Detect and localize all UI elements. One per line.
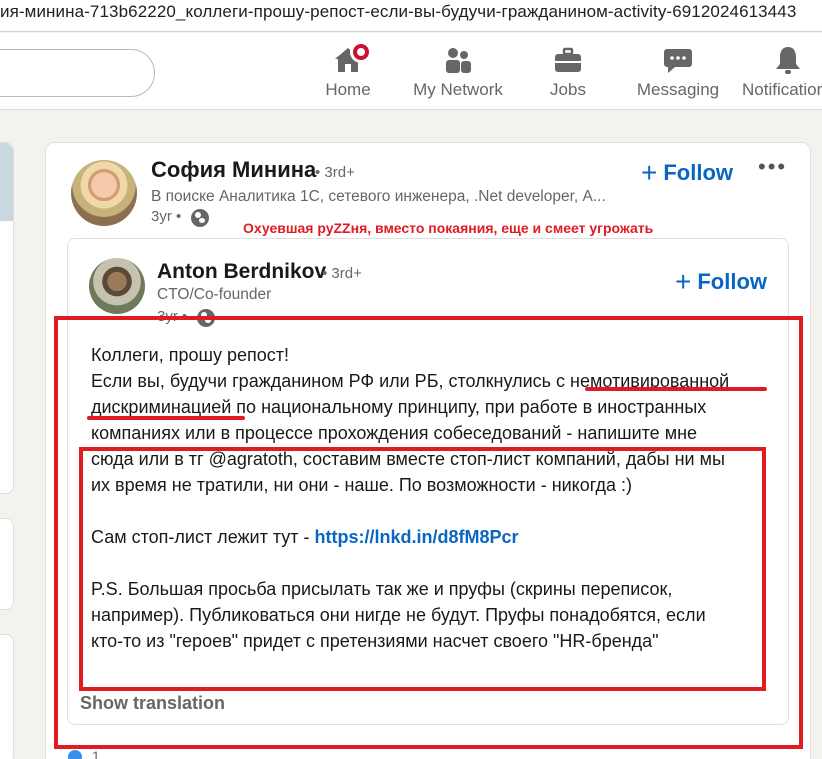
notification-dot bbox=[350, 41, 372, 63]
nav-notifications[interactable]: Notifications bbox=[738, 33, 822, 110]
post-text-line: Если вы, будучи гражданином РФ или РБ, с… bbox=[91, 371, 730, 391]
post-text-line: P.S. Большая просьба присылать так же и … bbox=[91, 579, 673, 599]
nav-notifications-label: Notifications bbox=[742, 80, 822, 99]
search-input[interactable] bbox=[0, 49, 155, 97]
reaction-count[interactable]: 1 bbox=[92, 748, 100, 759]
author-headline: В поиске Аналитика 1С, сетевого инженера… bbox=[151, 188, 606, 205]
nav-jobs[interactable]: Jobs bbox=[538, 33, 598, 110]
network-icon bbox=[446, 48, 471, 73]
plus-icon: + bbox=[675, 266, 692, 297]
left-sidebar-card bbox=[0, 518, 14, 610]
nav-my-network-label: My Network bbox=[413, 80, 503, 99]
left-sidebar-card bbox=[0, 634, 14, 759]
stop-list-link[interactable]: https://lnkd.in/d8fM8Pcr bbox=[315, 527, 519, 547]
globe-icon bbox=[197, 309, 215, 327]
author-headline: CTO/Co-founder bbox=[157, 286, 272, 303]
post-text-line: сюда или в тг @agratoth, составим вместе… bbox=[91, 449, 725, 469]
post-time: 3yr • bbox=[157, 308, 188, 325]
avatar[interactable] bbox=[89, 258, 145, 314]
post-time: 3yr • bbox=[151, 208, 182, 225]
briefcase-icon bbox=[555, 47, 581, 72]
nav-home-label: Home bbox=[325, 80, 371, 99]
post-text-line: их время не тратили, ни они - наше. По в… bbox=[91, 475, 633, 495]
bell-icon bbox=[776, 47, 800, 74]
reshared-author-name[interactable]: Anton Berdnikov bbox=[157, 260, 326, 284]
url-text: ия-минина-713b62220_коллеги-прошу-репост… bbox=[0, 2, 797, 21]
post-text-line: дискриминацией по национальному принципу… bbox=[91, 397, 707, 417]
post-author-name[interactable]: София Минина bbox=[151, 157, 316, 183]
follow-button[interactable]: + Follow bbox=[641, 155, 733, 188]
nav-jobs-label: Jobs bbox=[550, 80, 586, 99]
like-reaction-icon bbox=[67, 749, 83, 759]
post-text-line: компаниях или в процессе прохождения соб… bbox=[91, 423, 698, 443]
post-text-line: например). Публиковаться они нигде не бу… bbox=[91, 605, 706, 625]
follow-button[interactable]: + Follow bbox=[675, 264, 767, 297]
chat-icon bbox=[664, 49, 692, 73]
avatar[interactable] bbox=[71, 160, 137, 226]
nav-my-network[interactable]: My Network bbox=[408, 33, 508, 110]
left-sidebar-card bbox=[0, 142, 14, 494]
post-text-line: Сам стоп-лист лежит тут - https://lnkd.i… bbox=[91, 527, 519, 547]
more-options-icon[interactable]: ••• bbox=[758, 154, 787, 180]
show-translation-button[interactable]: Show translation bbox=[80, 693, 225, 714]
post-text-line: кто-то из "героев" придет с претензиями … bbox=[91, 631, 659, 651]
plus-icon: + bbox=[641, 157, 658, 188]
post-body: Коллеги, прошу репост! Если вы, будучи г… bbox=[91, 342, 781, 654]
overlay-annotation: Охуевшая руZZня, вместо покаяния, еще и … bbox=[243, 220, 654, 236]
nav-home[interactable]: Home bbox=[308, 33, 388, 110]
connection-degree: • 3rd+ bbox=[322, 265, 362, 282]
globe-icon bbox=[191, 209, 209, 227]
nav-messaging-label: Messaging bbox=[636, 80, 720, 99]
address-bar[interactable]: ия-минина-713b62220_коллеги-прошу-репост… bbox=[0, 0, 822, 32]
post-text-line: Коллеги, прошу репост! bbox=[91, 345, 289, 365]
nav-messaging[interactable]: Messaging bbox=[634, 33, 722, 110]
top-nav: Home My Network Jobs Messaging Notificat… bbox=[0, 33, 822, 110]
connection-degree: • 3rd+ bbox=[315, 164, 355, 181]
